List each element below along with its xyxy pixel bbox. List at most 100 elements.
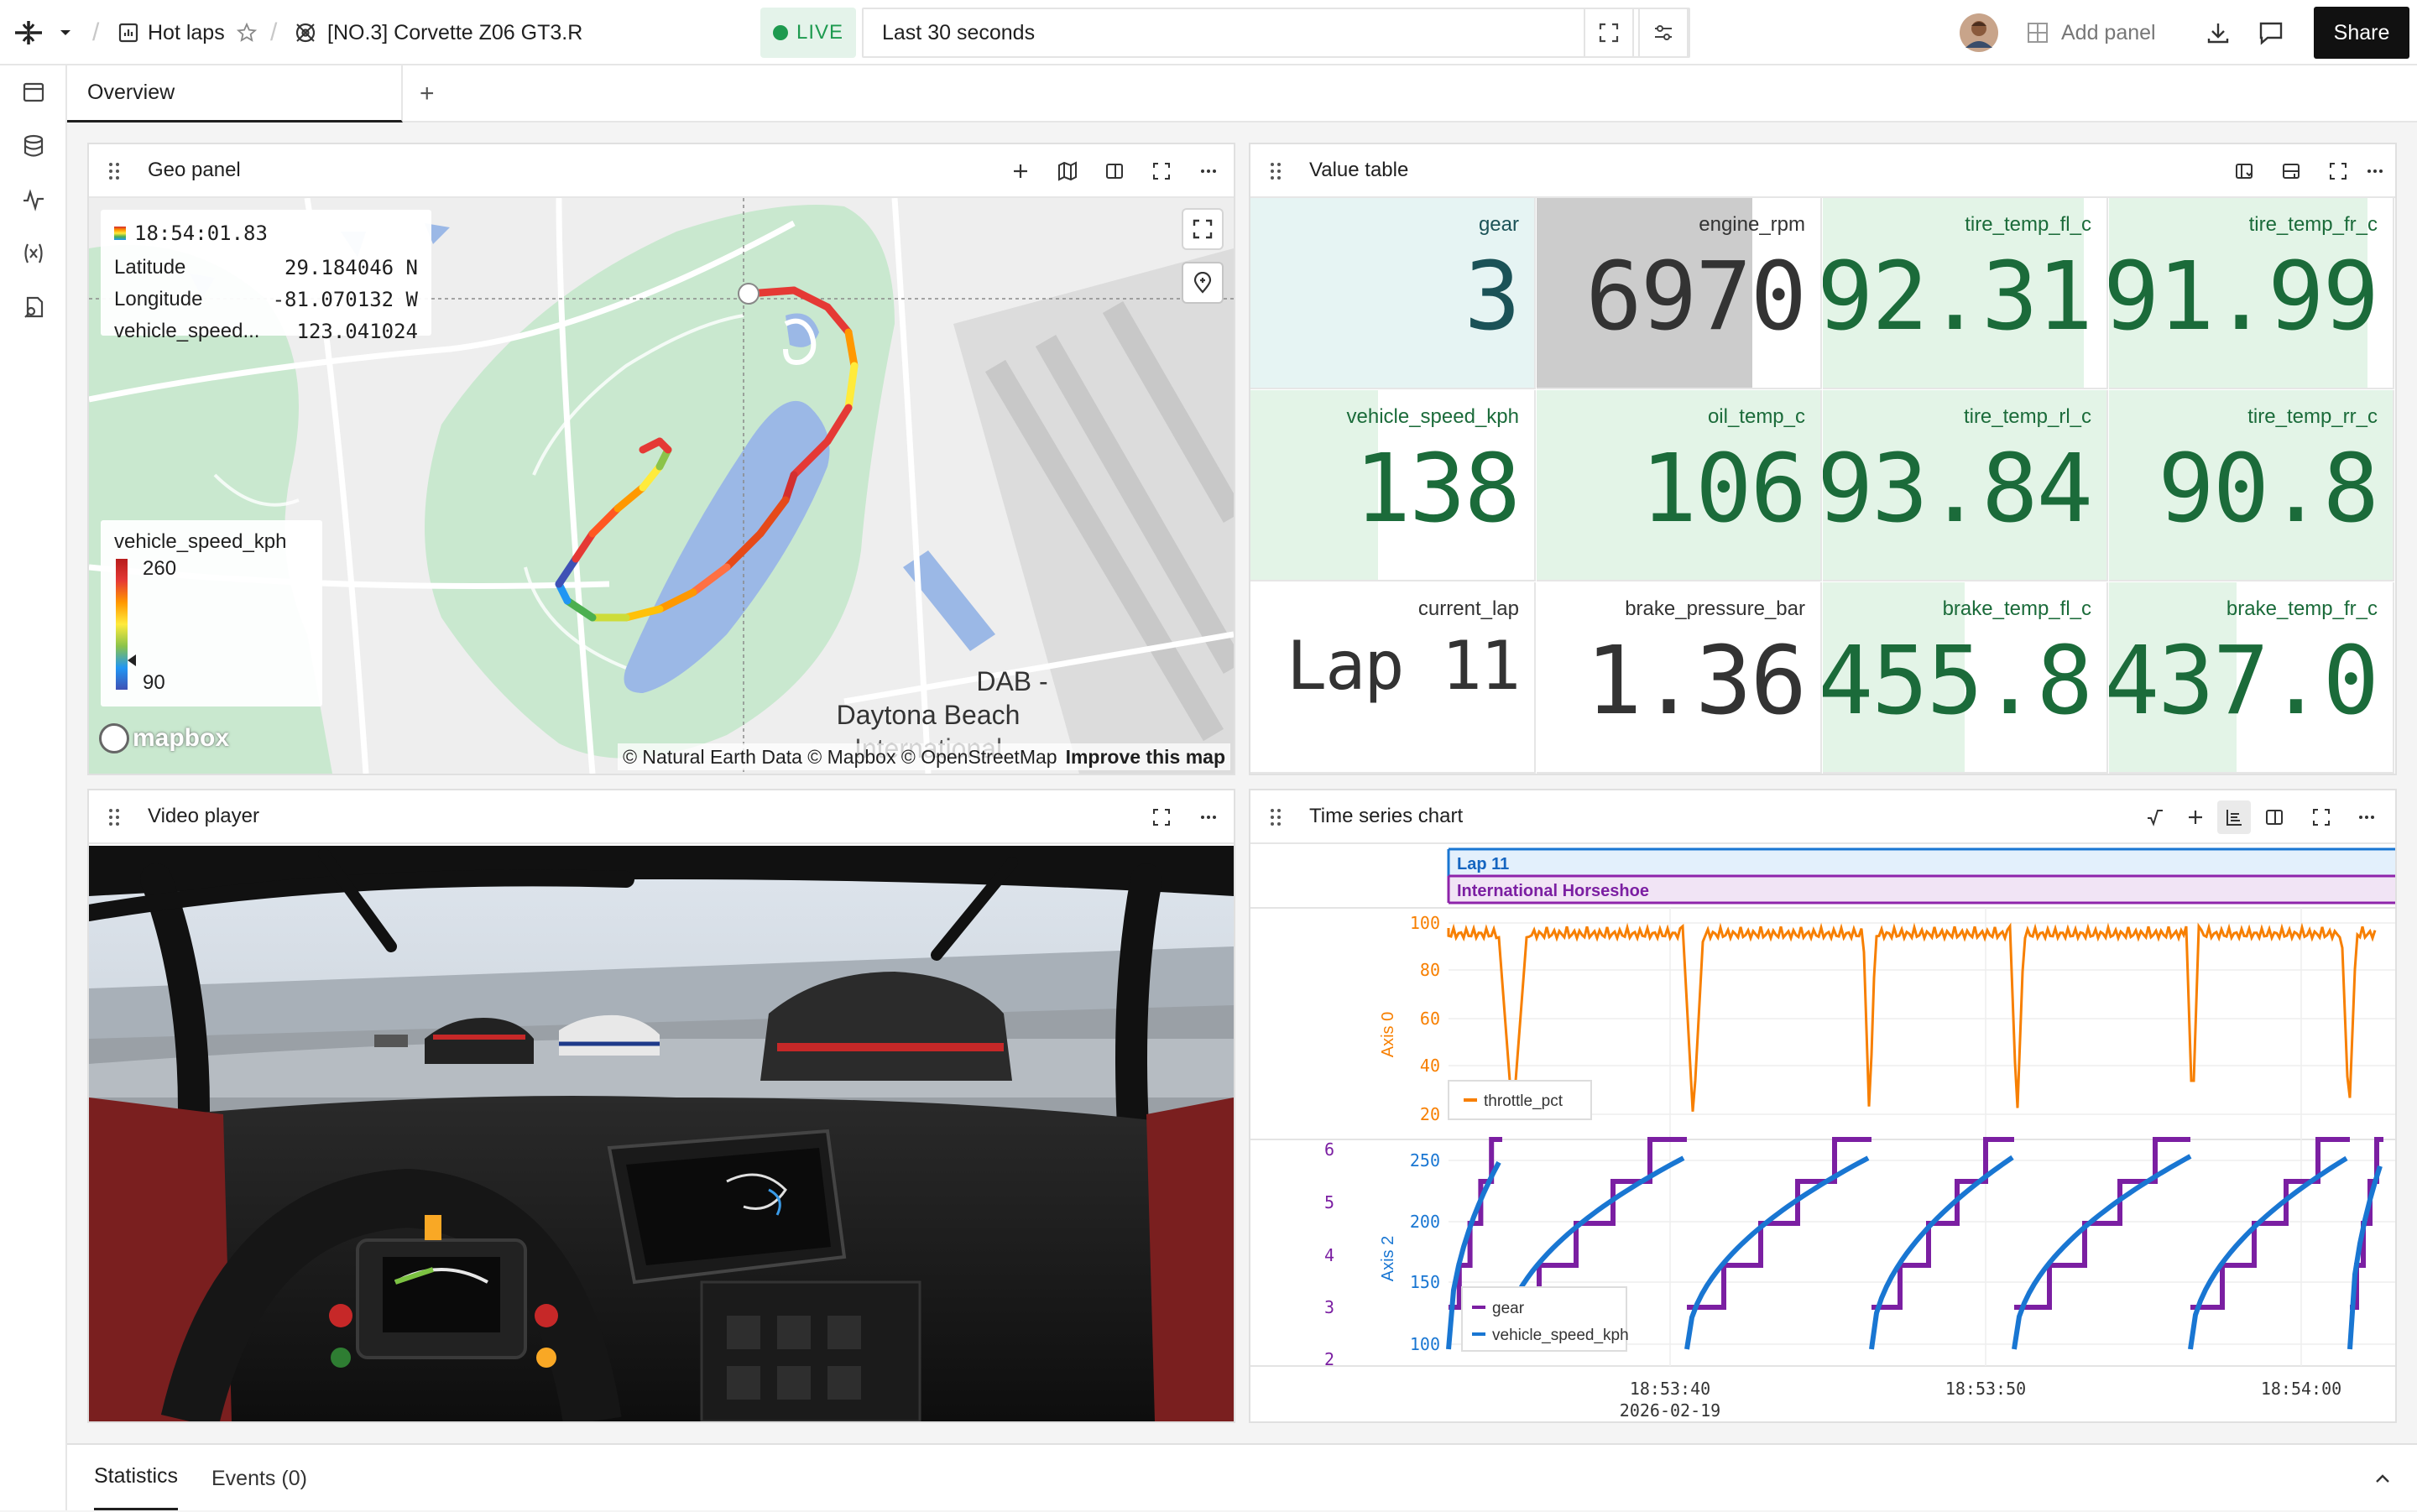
split-panel-icon[interactable] [1098,154,1131,188]
signal-icon[interactable] [17,183,50,216]
add-panel-button[interactable]: Add panel [2026,0,2156,65]
time-settings-button[interactable] [1638,8,1689,58]
map-locate-button[interactable] [1183,263,1222,302]
plus-icon[interactable] [1004,154,1037,188]
download-button[interactable] [2206,0,2231,65]
maximize-icon[interactable] [2305,800,2338,834]
app-logo-icon[interactable] [12,0,70,65]
legend-min: 90 [143,671,165,694]
value-cell[interactable]: vehicle_speed_kph 138 [1250,390,1536,581]
expand-icon [1192,218,1214,240]
live-indicator-dot [772,25,788,40]
grid-add-icon [2026,21,2049,44]
comments-button[interactable] [2258,0,2284,65]
more-options-icon[interactable] [1192,800,1225,834]
plus-icon[interactable] [2179,800,2212,834]
more-options-icon[interactable] [2358,154,2392,188]
tooltip-row: Longitude -81.070132 W [114,284,418,315]
fullscreen-button[interactable] [1584,8,1634,58]
value-cell-label: gear [1478,213,1519,236]
x-tick: 18:53:50 [1945,1379,2026,1399]
breadcrumb-hot-laps-label: Hot laps [148,20,225,44]
legend-toggle-icon[interactable] [2217,800,2251,834]
event-corner-label: International Horseshoe [1457,882,1649,900]
value-cell[interactable]: tire_temp_fr_c 91.99 [2109,198,2394,389]
improve-map-link[interactable]: Improve this map [1066,746,1225,769]
breadcrumb-vehicle[interactable]: [NO.3] Corvette Z06 GT3.R [294,0,582,65]
value-cell[interactable]: brake_temp_fl_c 455.8 [1823,582,2108,774]
value-cell[interactable]: tire_temp_rl_c 93.84 [1823,390,2108,581]
attribution-text[interactable]: © Natural Earth Data © Mapbox © OpenStre… [623,746,1057,769]
value-cell-label: tire_temp_rr_c [2247,405,2378,428]
value-cell[interactable]: brake_pressure_bar 1.36 [1537,582,1822,774]
mapbox-logo-icon [99,723,129,753]
tooltip-key: vehicle_speed... [114,320,260,342]
map-tooltip: 18:54:01.83 Latitude 29.184046 N Longitude… [101,210,431,343]
video-panel-title: Video player [148,805,259,827]
layout-icon[interactable] [17,76,50,109]
add-panel-label: Add panel [2061,20,2156,44]
speed-legend: vehicle_speed_kph 260 90 [101,520,322,706]
drag-handle-icon[interactable] [107,807,121,827]
value-cell[interactable]: oil_temp_c 106 [1537,390,1822,581]
tooltip-key: Longitude [114,288,203,310]
share-button[interactable]: Share [2314,7,2409,59]
value-grid: gear 3 engine_rpm 6970 tire_temp_fl_c 92.31 ti… [1250,198,2395,774]
maximize-icon[interactable] [1145,154,1178,188]
search-file-icon[interactable] [17,290,50,324]
maximize-icon[interactable] [1145,800,1178,834]
breadcrumb-vehicle-label: [NO.3] Corvette Z06 GT3.R [327,20,583,44]
video-panel: Video player [87,789,1235,1423]
gear-tick: 3 [1324,1297,1334,1317]
rows-icon[interactable] [2274,154,2308,188]
more-options-icon[interactable] [1192,154,1225,188]
user-avatar[interactable] [1959,0,1999,65]
variables-icon[interactable] [17,237,50,270]
video-frame[interactable] [89,846,1234,1421]
time-range-select[interactable]: Last 30 seconds [862,8,1690,58]
value-cell-value: Lap 11 [1287,627,1521,705]
axis0-label: Axis 0 [1379,1012,1397,1057]
value-cell-label: brake_temp_fl_c [1942,597,2091,620]
value-cell[interactable]: current_lap Lap 11 [1250,582,1536,774]
database-icon[interactable] [17,129,50,163]
download-icon [2206,20,2231,45]
columns-icon[interactable] [2227,154,2261,188]
more-options-icon[interactable] [2350,800,2383,834]
tab-overview[interactable]: Overview [67,65,403,123]
left-rail [0,65,67,1510]
time-series-plot[interactable]: Lap 11 International Horseshoe Axis 0 Ax… [1250,846,2395,1421]
location-pin-icon [1192,272,1214,294]
asset-icon [294,21,317,44]
gear-tick: 4 [1324,1245,1334,1265]
map-fullscreen-button[interactable] [1183,210,1222,248]
drag-handle-icon[interactable] [1269,161,1282,181]
map-layers-icon[interactable] [1051,154,1084,188]
maximize-icon[interactable] [2321,154,2355,188]
map-canvas[interactable]: 18:54:01.83 Latitude 29.184046 N Longitude… [89,198,1234,774]
comment-icon [2258,20,2284,45]
drag-handle-icon[interactable] [107,161,121,181]
map-label-line-2: Daytona Beach [836,700,1021,730]
value-cell-value: 455.8 [1823,627,2093,736]
split-panel-icon[interactable] [2258,800,2291,834]
drag-handle-icon[interactable] [1269,807,1282,827]
x-tick: 18:54:00 [2261,1379,2341,1399]
value-cell[interactable]: brake_temp_fr_c 437.0 [2109,582,2394,774]
star-icon[interactable] [236,23,257,43]
value-cell[interactable]: engine_rpm 6970 [1537,198,1822,389]
value-cell[interactable]: tire_temp_rr_c 90.8 [2109,390,2394,581]
geo-panel-header: Geo panel [89,144,1234,198]
tab-statistics[interactable]: Statistics [94,1445,179,1510]
map-attribution: © Natural Earth Data © Mapbox © OpenStre… [618,743,1230,770]
live-toggle[interactable]: LIVE [760,8,856,58]
breadcrumb-hot-laps[interactable]: Hot laps [117,0,257,65]
sliders-icon [1652,22,1674,44]
formula-icon[interactable] [2138,800,2172,834]
value-cell[interactable]: gear 3 [1250,198,1536,389]
value-cell[interactable]: tire_temp_fl_c 92.31 [1823,198,2108,389]
collapse-button[interactable] [2372,1445,2394,1512]
tab-events[interactable]: Events (0) [211,1445,307,1512]
tooltip-value: 123.041024 [296,320,419,343]
add-tab-button[interactable]: + [420,65,435,123]
